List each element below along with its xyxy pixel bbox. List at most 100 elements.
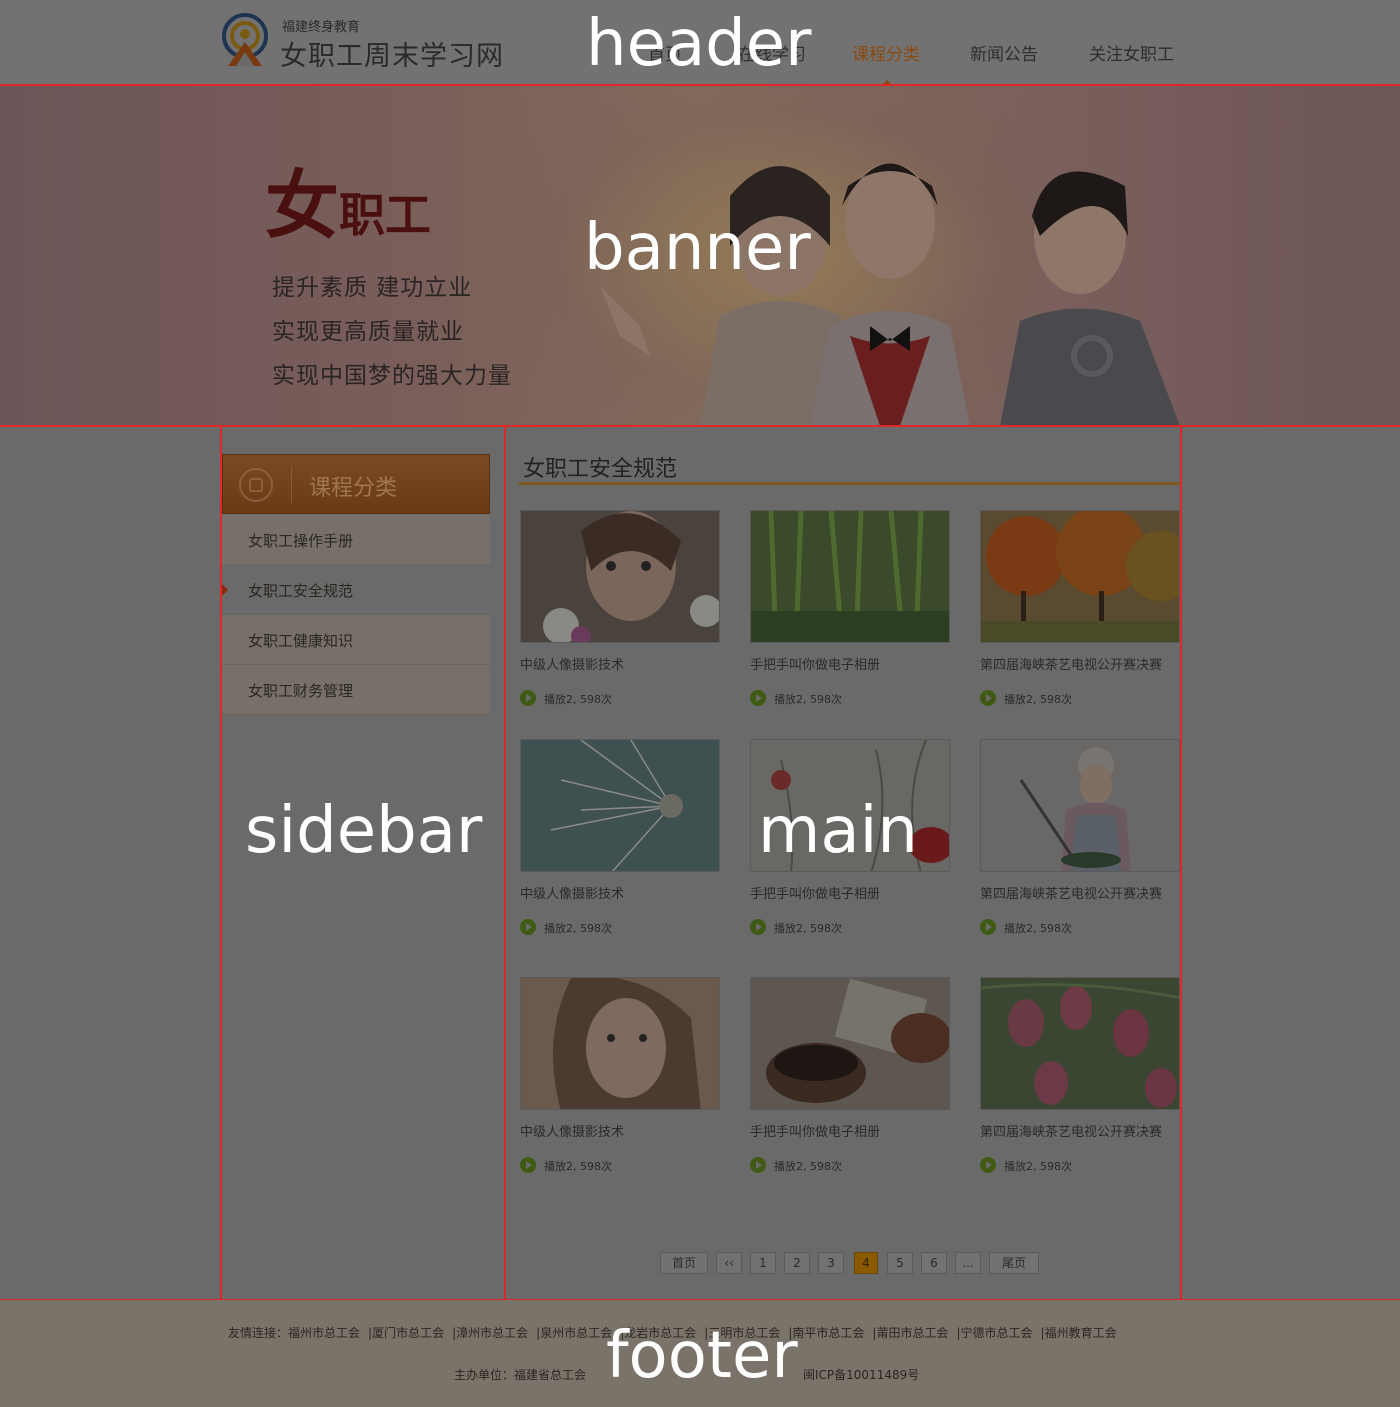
play-count: 播放2, 598次 — [1004, 922, 1072, 935]
banner-title-small: 职工 — [339, 188, 431, 242]
play-count: 播放2, 598次 — [544, 693, 612, 706]
category-heading-label: 课程分类 — [309, 476, 398, 501]
footer-link[interactable]: 南平市总工会 — [792, 1326, 864, 1340]
course-card[interactable]: 第四届海峡茶艺电视公开赛决赛 播放2, 598次 — [980, 977, 1180, 1177]
icp-number: 闽ICP备10011489号 — [803, 1368, 920, 1382]
nav-news[interactable]: 新闻公告 — [970, 40, 1038, 65]
course-thumbnail[interactable] — [980, 739, 1180, 872]
course-title[interactable]: 第四届海峡茶艺电视公开赛决赛 — [980, 1121, 1190, 1140]
grid-icon — [239, 468, 273, 502]
course-title[interactable]: 手把手叫你做电子相册 — [750, 883, 960, 902]
pagination-prev[interactable]: ‹‹ — [716, 1252, 742, 1274]
play-count: 播放2, 598次 — [544, 1160, 612, 1173]
course-card[interactable]: 中级人像摄影技术 播放2, 598次 — [520, 739, 720, 939]
page-title: 女职工安全规范 — [523, 457, 678, 482]
play-icon — [750, 919, 766, 935]
course-title[interactable]: 手把手叫你做电子相册 — [750, 1121, 960, 1140]
title-divider — [519, 482, 1180, 485]
pagination-page[interactable]: 5 — [887, 1252, 913, 1274]
sidebar-item-safety-rules[interactable]: 女职工安全规范 — [222, 565, 490, 615]
banner-slogan-2: 实现更高质量就业 — [272, 319, 464, 345]
course-thumbnail[interactable] — [980, 977, 1180, 1110]
sidebar-item-operation-manual[interactable]: 女职工操作手册 — [222, 515, 490, 565]
header: 福建终身教育 女职工周末学习网 首页 在线学习 课程分类 新闻公告 关注女职工 … — [0, 0, 1400, 86]
play-icon — [750, 1157, 766, 1173]
active-marker-icon — [222, 584, 228, 596]
course-card[interactable]: 中级人像摄影技术 播放2, 598次 — [520, 977, 720, 1177]
pagination-page-current[interactable]: 4 — [854, 1252, 878, 1274]
region-label-header: header — [586, 7, 812, 81]
play-count: 播放2, 598次 — [1004, 1160, 1072, 1173]
pagination-first[interactable]: 首页 — [660, 1252, 708, 1274]
sidebar-item-label: 女职工操作手册 — [248, 532, 354, 550]
play-count: 播放2, 598次 — [774, 1160, 842, 1173]
site-logo[interactable]: 福建终身教育 女职工周末学习网 — [220, 12, 540, 72]
footer-link[interactable]: 泉州市总工会 — [540, 1326, 612, 1340]
category-heading: 课程分类 — [222, 454, 490, 514]
course-thumbnail[interactable] — [750, 510, 950, 643]
footer-link[interactable]: 厦门市总工会 — [372, 1326, 444, 1340]
course-thumbnail[interactable] — [750, 977, 950, 1110]
banner-slogan-1: 提升素质 建功立业 — [272, 275, 473, 301]
logo-title: 女职工周末学习网 — [280, 41, 504, 72]
nav-course-categories[interactable]: 课程分类 — [852, 40, 920, 65]
sidebar: 课程分类 女职工操作手册 女职工安全规范 女职工健康知识 女职工财务管理 sid… — [222, 427, 504, 1299]
pagination-page[interactable]: 1 — [750, 1252, 776, 1274]
region-label-main: main — [758, 794, 918, 868]
play-icon — [520, 1157, 536, 1173]
organizer-info: 主办单位：福建省总工会 — [454, 1368, 587, 1382]
course-card[interactable]: 手把手叫你做电子相册 播放2, 598次 — [750, 510, 950, 710]
course-thumbnail[interactable] — [520, 739, 720, 872]
footer-link[interactable]: 福州市总工会 — [288, 1326, 360, 1340]
banner: 女职工 提升素质 建功立业 实现更高质量就业 实现中国梦的强大力量 banner — [0, 86, 1400, 426]
banner-title: 女职工 — [265, 146, 431, 253]
logo-subtitle: 福建终身教育 — [282, 20, 361, 35]
course-title[interactable]: 手把手叫你做电子相册 — [750, 654, 960, 673]
region-label-banner: banner — [584, 211, 811, 285]
course-thumbnail[interactable] — [980, 510, 1180, 643]
footer-link[interactable]: 漳州市总工会 — [456, 1326, 528, 1340]
course-thumbnail[interactable] — [520, 977, 720, 1110]
pagination-ellipsis: ... — [955, 1252, 981, 1274]
course-title[interactable]: 中级人像摄影技术 — [520, 654, 730, 673]
pagination-page[interactable]: 6 — [921, 1252, 947, 1274]
course-card[interactable]: 手把手叫你做电子相册 播放2, 598次 — [750, 977, 950, 1177]
course-title[interactable]: 中级人像摄影技术 — [520, 883, 730, 902]
course-card[interactable]: 第四届海峡茶艺电视公开赛决赛 播放2, 598次 — [980, 739, 1180, 939]
course-thumbnail[interactable] — [520, 510, 720, 643]
region-label-footer: footer — [606, 1319, 798, 1393]
play-count: 播放2, 598次 — [774, 693, 842, 706]
region-label-sidebar: sidebar — [245, 794, 483, 868]
footer: 友情连接：福州市总工会 |厦门市总工会 |漳州市总工会 |泉州市总工会 |龙岩市总工会 |… — [0, 1300, 1400, 1407]
course-card[interactable]: 第四届海峡茶艺电视公开赛决赛 播放2, 598次 — [980, 510, 1180, 710]
footer-link[interactable]: 宁德市总工会 — [961, 1326, 1033, 1340]
footer-link[interactable]: 福州教育工会 — [1045, 1326, 1117, 1340]
course-title[interactable]: 第四届海峡茶艺电视公开赛决赛 — [980, 883, 1190, 902]
course-title[interactable]: 第四届海峡茶艺电视公开赛决赛 — [980, 654, 1190, 673]
play-icon — [980, 690, 996, 706]
banner-slogan-3: 实现中国梦的强大力量 — [272, 363, 512, 389]
frame-line — [1180, 425, 1182, 1300]
sidebar-item-health-knowledge[interactable]: 女职工健康知识 — [222, 615, 490, 665]
play-icon — [750, 690, 766, 706]
main-content: 女职工安全规范 中级人像摄影技术 播放2, 598次 手把手叫你做电子相册 播放… — [506, 427, 1180, 1299]
pagination-page[interactable]: 3 — [818, 1252, 844, 1274]
play-icon — [980, 919, 996, 935]
pagination-page[interactable]: 2 — [784, 1252, 810, 1274]
logo-emblem-icon — [222, 13, 268, 66]
play-count: 播放2, 598次 — [774, 922, 842, 935]
play-icon — [520, 919, 536, 935]
sidebar-item-label: 女职工财务管理 — [248, 682, 354, 700]
play-count: 播放2, 598次 — [544, 922, 612, 935]
footer-link[interactable]: 莆田市总工会 — [876, 1326, 948, 1340]
play-icon — [980, 1157, 996, 1173]
play-icon — [520, 690, 536, 706]
banner-title-big: 女 — [265, 163, 339, 249]
sidebar-item-label: 女职工安全规范 — [248, 582, 354, 600]
nav-female-workers[interactable]: 关注女职工 — [1089, 40, 1174, 65]
page: 福建终身教育 女职工周末学习网 首页 在线学习 课程分类 新闻公告 关注女职工 … — [0, 0, 1400, 1407]
pagination-last[interactable]: 尾页 — [989, 1252, 1039, 1274]
sidebar-item-finance-management[interactable]: 女职工财务管理 — [222, 665, 490, 715]
course-card[interactable]: 中级人像摄影技术 播放2, 598次 — [520, 510, 720, 710]
course-title[interactable]: 中级人像摄影技术 — [520, 1121, 730, 1140]
